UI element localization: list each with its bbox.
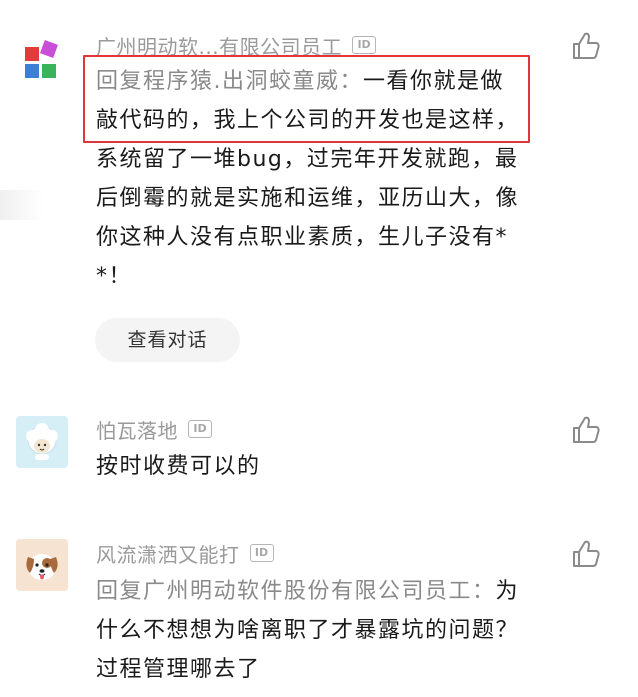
comment-body: 一看你就是做敲代码的，我上个公司的开发也是这样，系统留了一堆bug，过完年开发就… xyxy=(96,69,520,289)
comment-text: 回复程序猿.出洞蛟童威：一看你就是做敲代码的，我上个公司的开发也是这样，系统留了… xyxy=(96,62,526,296)
avatar[interactable] xyxy=(16,539,68,591)
sheep-icon xyxy=(26,423,58,460)
username[interactable]: 广州明动软...有限公司员工 xyxy=(96,31,342,60)
username[interactable]: 怕瓦落地 xyxy=(96,415,178,444)
reply-prefix[interactable]: 回复广州明动软件股份有限公司员工： xyxy=(96,579,496,604)
username-row: 风流潇洒又能打 ID xyxy=(96,539,274,567)
view-dialog-button[interactable]: 查看对话 xyxy=(95,318,240,362)
id-badge: ID xyxy=(188,420,212,438)
id-badge: ID xyxy=(352,36,377,54)
comment-3: 风流潇洒又能打 ID 回复广州明动软件股份有限公司员工：为什么不想想为啥离职了才… xyxy=(0,520,638,697)
thumbs-up-icon[interactable] xyxy=(570,30,602,62)
avatar[interactable] xyxy=(16,38,68,90)
thumbs-up-icon[interactable] xyxy=(570,414,602,446)
comment-text: 回复广州明动软件股份有限公司员工：为什么不想想为啥离职了才暴露坑的问题？过程管理… xyxy=(96,572,526,689)
dog-icon xyxy=(26,554,58,580)
reply-prefix[interactable]: 回复程序猿.出洞蛟童威： xyxy=(96,69,363,94)
username[interactable]: 风流潇洒又能打 xyxy=(96,539,240,568)
thumbs-up-icon[interactable] xyxy=(570,538,602,570)
username-row: 广州明动软...有限公司员工 ID xyxy=(96,31,377,60)
avatar[interactable] xyxy=(16,416,68,468)
colorful-blocks-logo-icon xyxy=(25,40,58,78)
comment-1: 广州明动软...有限公司员工 ID 回复程序猿.出洞蛟童威：一看你就是做敲代码的… xyxy=(0,0,638,380)
comment-text: 按时收费可以的 xyxy=(96,447,526,486)
comment-body: 按时收费可以的 xyxy=(96,454,261,479)
comment-2: 怕瓦落地 ID 按时收费可以的 xyxy=(0,400,638,510)
id-badge: ID xyxy=(249,544,274,562)
username-row: 怕瓦落地 ID xyxy=(96,415,212,443)
